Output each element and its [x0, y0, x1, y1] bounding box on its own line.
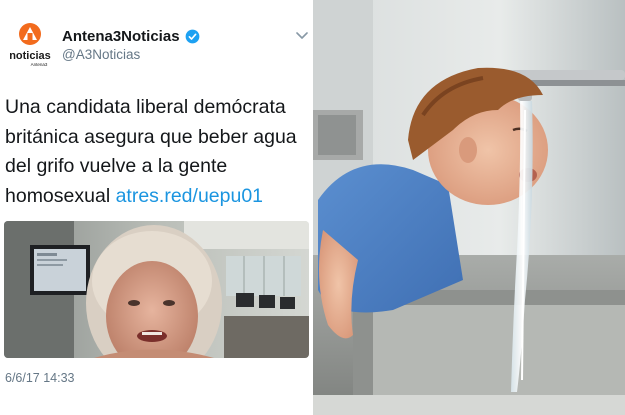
- tweet-timestamp[interactable]: 6/6/17 14:33: [5, 371, 75, 385]
- tweet-text: Una candidata liberal demócrata británic…: [5, 93, 305, 211]
- verified-badge-icon: [185, 29, 199, 44]
- media-image: [4, 221, 309, 358]
- author-line: Antena3Noticias: [62, 28, 200, 45]
- account-handle[interactable]: @A3Noticias: [62, 47, 140, 62]
- logo-text: noticias: [9, 50, 51, 62]
- account-avatar[interactable]: noticias Antena3: [6, 22, 54, 70]
- tweet-link[interactable]: atres.red/uepu01: [116, 185, 263, 207]
- child-drinking-photo: [313, 0, 625, 415]
- logo-subtext: Antena3: [31, 62, 48, 67]
- chevron-down-icon[interactable]: [296, 32, 308, 40]
- tap-water-photo: [313, 0, 625, 415]
- tweet-card: noticias Antena3 Antena3Noticias @A3Noti…: [0, 0, 313, 415]
- antena3-logo-icon: noticias Antena3: [9, 23, 51, 67]
- account-name[interactable]: Antena3Noticias: [62, 28, 180, 45]
- tweet-media[interactable]: [4, 221, 309, 358]
